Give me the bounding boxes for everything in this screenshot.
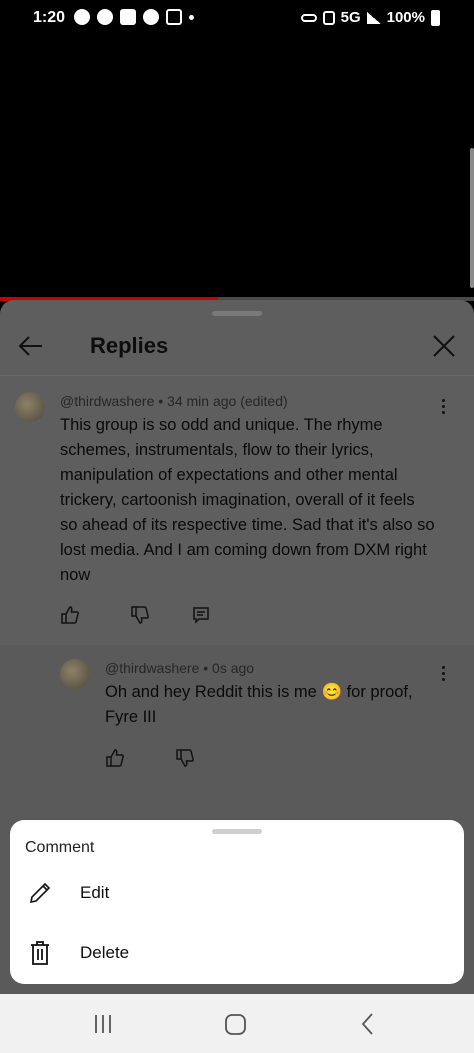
dislike-icon[interactable] xyxy=(130,605,150,625)
battery-percent: 100% xyxy=(386,9,425,26)
more-options-icon[interactable] xyxy=(441,399,447,417)
delete-menu-item[interactable]: Delete xyxy=(10,926,464,982)
panel-drag-handle[interactable] xyxy=(212,311,262,316)
more-options-icon[interactable] xyxy=(441,666,447,684)
avatar[interactable] xyxy=(60,659,90,689)
dislike-icon[interactable] xyxy=(175,748,195,768)
edit-menu-item[interactable]: Edit xyxy=(10,866,464,922)
comment-meta: @thirdwashere • 0s ago xyxy=(105,660,255,676)
signal-icon xyxy=(366,11,381,24)
sheet-title: Comment xyxy=(25,839,95,856)
check-badge-icon xyxy=(97,9,113,25)
system-icons: 5G 100% xyxy=(300,9,440,26)
scroll-handle[interactable] xyxy=(470,148,474,288)
like-icon[interactable] xyxy=(60,605,80,625)
notification-icons xyxy=(74,9,194,25)
video-player[interactable] xyxy=(0,36,474,298)
comment-text: This group is so odd and unique. The rhy… xyxy=(60,416,435,584)
gmail-icon xyxy=(166,9,182,25)
battery-icon xyxy=(431,9,440,26)
recent-apps-icon[interactable] xyxy=(89,1010,117,1038)
replies-header: Replies xyxy=(0,318,474,376)
comment-meta: @thirdwashere • 34 min ago (edited) xyxy=(60,393,288,409)
status-time: 1:20 xyxy=(33,9,66,26)
network-type: 5G xyxy=(340,9,361,26)
delete-label: Delete xyxy=(80,943,130,962)
key-icon xyxy=(300,13,317,22)
arrow-left-icon[interactable] xyxy=(18,334,44,358)
close-icon[interactable] xyxy=(432,334,456,358)
edit-label: Edit xyxy=(80,883,110,902)
trash-icon xyxy=(31,941,49,965)
snapchat-icon xyxy=(74,9,90,25)
like-icon[interactable] xyxy=(105,748,125,768)
avatar[interactable] xyxy=(15,392,45,422)
home-icon[interactable] xyxy=(222,1010,250,1038)
comment-options-sheet: Comment Edit Delete xyxy=(10,820,464,984)
b-app-icon xyxy=(143,9,159,25)
pencil-icon xyxy=(29,882,51,904)
status-bar: 1:20 5G 100% xyxy=(0,0,474,36)
back-chevron-icon[interactable] xyxy=(355,1010,383,1038)
more-notifications-dot-icon xyxy=(189,14,194,20)
youtube-icon xyxy=(120,9,136,25)
system-nav-bar xyxy=(0,994,474,1053)
sheet-drag-handle[interactable] xyxy=(212,829,262,834)
replies-title: Replies xyxy=(90,333,169,358)
comment-text: Oh and hey Reddit this is me 😊 for proof… xyxy=(105,683,413,726)
reply-icon[interactable] xyxy=(191,605,211,625)
alarm-icon xyxy=(322,10,335,25)
